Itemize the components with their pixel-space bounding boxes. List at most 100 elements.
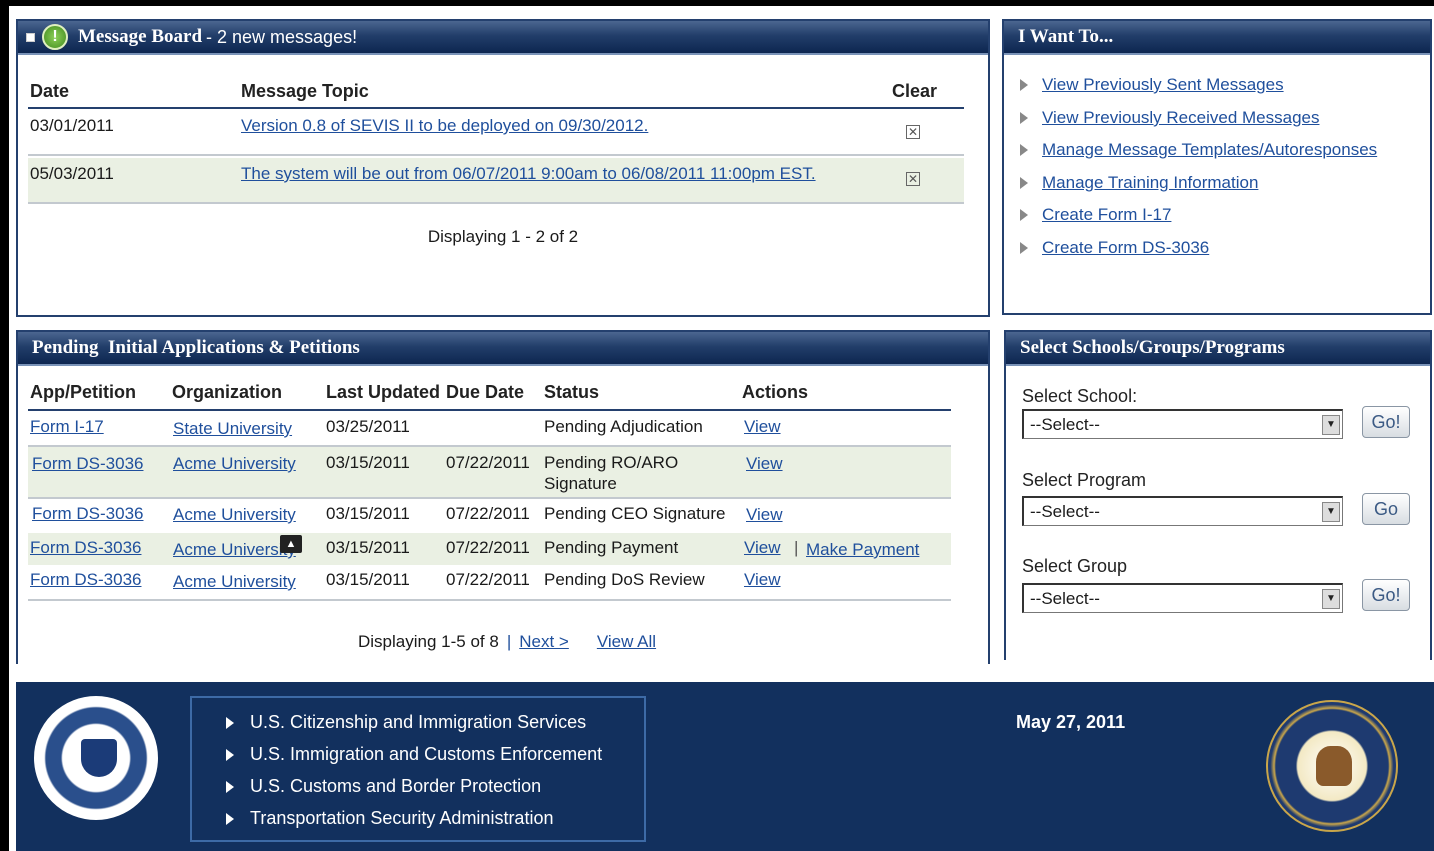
action-link[interactable]: Create Form I-17: [1042, 205, 1171, 225]
go-group-button[interactable]: Go!: [1362, 579, 1410, 611]
window-frame-left: [0, 0, 9, 851]
select-title: Select Schools/Groups/Programs: [1020, 337, 1285, 358]
agency-link[interactable]: U.S. Immigration and Customs Enforcement: [250, 744, 602, 765]
app-link[interactable]: Form DS-3036: [30, 538, 141, 558]
action-create-form-i17[interactable]: Create Form I-17: [1020, 205, 1171, 225]
message-date: 05/03/2011: [30, 164, 114, 183]
select-program-dropdown[interactable]: --Select-- ▼: [1022, 496, 1343, 526]
action-link[interactable]: View Previously Received Messages: [1042, 108, 1319, 128]
message-board-title: Message Board: [78, 26, 203, 47]
action-link[interactable]: View Previously Sent Messages: [1042, 75, 1284, 95]
pagination-separator: |: [506, 632, 512, 651]
select-school-dropdown[interactable]: --Select-- ▼: [1022, 409, 1343, 439]
status-line2: Signature: [544, 474, 617, 493]
header-rule: [28, 107, 964, 109]
table-row: 05/03/2011 The system will be out from 0…: [28, 158, 964, 204]
i-want-to-header: I Want To...: [1004, 21, 1430, 55]
agency-item[interactable]: U.S. Customs and Border Protection: [226, 776, 541, 797]
view-link[interactable]: View: [744, 570, 781, 590]
organization-link[interactable]: Acme University: [173, 540, 296, 560]
clear-message-icon[interactable]: ✕: [906, 125, 920, 139]
organization-link[interactable]: Acme University: [173, 572, 296, 592]
go-school-button[interactable]: Go!: [1362, 406, 1410, 438]
last-updated: 03/15/2011: [326, 453, 410, 472]
bullet-arrow-icon: [226, 780, 234, 793]
make-payment-link[interactable]: Make Payment: [806, 540, 919, 560]
due-date: 07/22/2011: [446, 504, 530, 523]
bullet-arrow-icon: [1020, 209, 1028, 221]
col-last-updated: Last Updated: [326, 382, 441, 402]
action-manage-templates[interactable]: Manage Message Templates/Autoresponses: [1020, 140, 1377, 160]
bullet-arrow-icon: [1020, 144, 1028, 156]
col-clear: Clear: [892, 81, 938, 101]
pending-title: Pending Initial Applications & Petitions: [32, 337, 360, 358]
action-link[interactable]: Manage Message Templates/Autoresponses: [1042, 140, 1377, 160]
agency-item[interactable]: Transportation Security Administration: [226, 808, 553, 829]
app-link[interactable]: Form DS-3036: [32, 454, 143, 474]
col-app-petition: App/Petition: [30, 382, 136, 402]
footer-date: May 27, 2011: [1016, 712, 1126, 732]
last-updated: 03/15/2011: [326, 504, 410, 523]
agency-link[interactable]: U.S. Citizenship and Immigration Service…: [250, 712, 586, 733]
agency-item[interactable]: U.S. Immigration and Customs Enforcement: [226, 744, 602, 765]
status: Pending CEO Signature: [544, 504, 726, 523]
collapse-icon[interactable]: [26, 32, 35, 42]
table-row: Form DS-3036 Acme University ▲ 03/15/201…: [28, 533, 951, 565]
table-row: Form DS-3036 Acme University 03/15/2011 …: [28, 565, 951, 601]
view-link[interactable]: View: [744, 538, 781, 558]
state-dept-seal-icon: [1266, 700, 1398, 832]
next-page-link[interactable]: Next >: [519, 632, 569, 652]
agency-link[interactable]: Transportation Security Administration: [250, 808, 553, 829]
chevron-down-icon[interactable]: ▼: [1322, 589, 1340, 609]
status: Pending Payment: [544, 538, 679, 557]
col-organization: Organization: [172, 382, 283, 402]
message-topic-link[interactable]: The system will be out from 06/07/2011 9…: [241, 164, 816, 184]
clear-message-icon[interactable]: ✕: [906, 172, 920, 186]
action-manage-training[interactable]: Manage Training Information: [1020, 173, 1258, 193]
col-status: Status: [544, 382, 600, 402]
table-row: 03/01/2011 Version 0.8 of SEVIS II to be…: [28, 110, 964, 156]
app-link[interactable]: Form I-17: [30, 417, 104, 437]
action-link[interactable]: Manage Training Information: [1042, 173, 1258, 193]
organization-link[interactable]: State University: [173, 419, 292, 439]
select-group-label: Select Group: [1022, 556, 1128, 576]
agency-item[interactable]: U.S. Citizenship and Immigration Service…: [226, 712, 586, 733]
view-link[interactable]: View: [746, 454, 783, 474]
app-link[interactable]: Form DS-3036: [30, 570, 141, 590]
action-create-form-ds3036[interactable]: Create Form DS-3036: [1020, 238, 1209, 258]
i-want-to-title: I Want To...: [1018, 26, 1114, 47]
select-group-dropdown[interactable]: --Select-- ▼: [1022, 583, 1343, 613]
agency-links-box: U.S. Citizenship and Immigration Service…: [190, 696, 646, 842]
view-link[interactable]: View: [746, 505, 783, 525]
table-row: Form I-17 State University 03/25/2011 Pe…: [28, 411, 951, 447]
view-all-link[interactable]: View All: [597, 632, 656, 652]
pending-pagination: Displaying 1-5 of 8 | Next > View All: [358, 632, 656, 652]
go-program-button[interactable]: Go: [1362, 493, 1410, 525]
message-board-panel: ! Message Board - 2 new messages! Date M…: [16, 19, 990, 317]
app-link[interactable]: Form DS-3036: [32, 504, 143, 524]
bullet-arrow-icon: [226, 748, 234, 761]
select-school-value: --Select--: [1030, 415, 1100, 434]
i-want-to-panel: I Want To... View Previously Sent Messag…: [1002, 19, 1432, 315]
message-topic-link[interactable]: Version 0.8 of SEVIS II to be deployed o…: [241, 116, 648, 136]
message-board-header: ! Message Board - 2 new messages!: [18, 21, 988, 55]
col-due-date: Due Date: [446, 382, 525, 402]
action-link[interactable]: Create Form DS-3036: [1042, 238, 1209, 258]
cursor-icon: ▲: [280, 535, 302, 553]
organization-link[interactable]: Acme University: [173, 454, 296, 474]
action-view-received-messages[interactable]: View Previously Received Messages: [1020, 108, 1319, 128]
select-school-label: Select School:: [1022, 386, 1138, 406]
dhs-seal-icon: [34, 696, 158, 820]
chevron-down-icon[interactable]: ▼: [1322, 415, 1340, 435]
action-view-sent-messages[interactable]: View Previously Sent Messages: [1020, 75, 1284, 95]
bullet-arrow-icon: [226, 812, 234, 825]
status: Pending RO/ARO: [544, 453, 679, 472]
select-program-value: --Select--: [1030, 502, 1100, 521]
due-date: 07/22/2011: [446, 570, 530, 589]
organization-link[interactable]: Acme University: [173, 505, 296, 525]
col-actions: Actions: [742, 382, 809, 402]
chevron-down-icon[interactable]: ▼: [1322, 502, 1340, 522]
message-pagination: Displaying 1 - 2 of 2: [427, 227, 579, 246]
agency-link[interactable]: U.S. Customs and Border Protection: [250, 776, 541, 797]
view-link[interactable]: View: [744, 417, 781, 437]
